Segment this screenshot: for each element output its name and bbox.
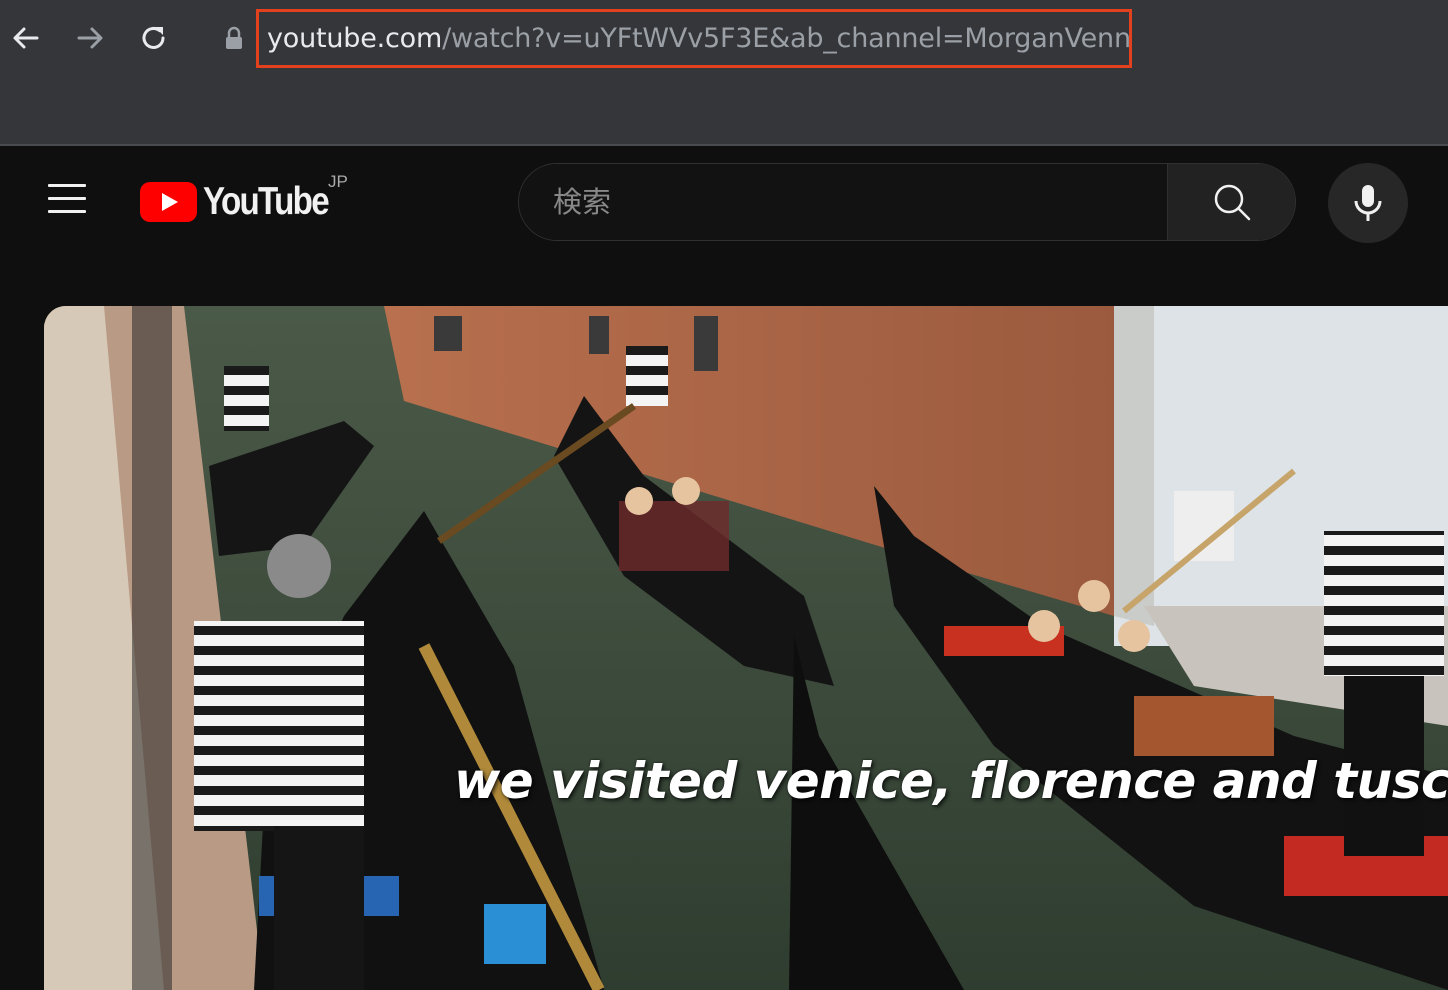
search-input[interactable] <box>519 164 1167 240</box>
url-path: /watch?v=uYFtWVv5F3E&ab_channel=MorganVe… <box>442 23 1131 54</box>
video-player[interactable]: we visited venice, florence and tuscany <box>44 306 1448 990</box>
youtube-header: YouTube JP <box>0 146 1448 258</box>
forward-arrow-icon <box>77 27 103 49</box>
region-label: JP <box>328 172 348 191</box>
search-icon <box>1214 184 1250 221</box>
lock-icon[interactable] <box>224 26 244 52</box>
reload-icon <box>142 27 165 49</box>
search-button[interactable] <box>1167 164 1295 240</box>
voice-search-button[interactable] <box>1328 163 1408 243</box>
reload-button[interactable] <box>134 18 174 58</box>
forward-button[interactable] <box>70 18 110 58</box>
menu-icon[interactable] <box>48 184 88 216</box>
back-button[interactable] <box>6 18 46 58</box>
address-bar[interactable]: youtube.com/watch?v=uYFtWVv5F3E&ab_chann… <box>256 9 1132 68</box>
video-frame <box>44 306 1448 990</box>
search-bar <box>518 163 1296 241</box>
browser-toolbar: youtube.com/watch?v=uYFtWVv5F3E&ab_chann… <box>0 0 1448 146</box>
back-arrow-icon <box>13 27 39 49</box>
microphone-icon <box>1354 185 1382 221</box>
url-domain: youtube.com <box>267 23 443 54</box>
youtube-play-icon <box>140 182 197 222</box>
youtube-logo[interactable]: YouTube <box>140 180 350 223</box>
video-caption: we visited venice, florence and tuscany <box>454 752 1448 810</box>
logo-text: YouTube <box>203 180 330 223</box>
